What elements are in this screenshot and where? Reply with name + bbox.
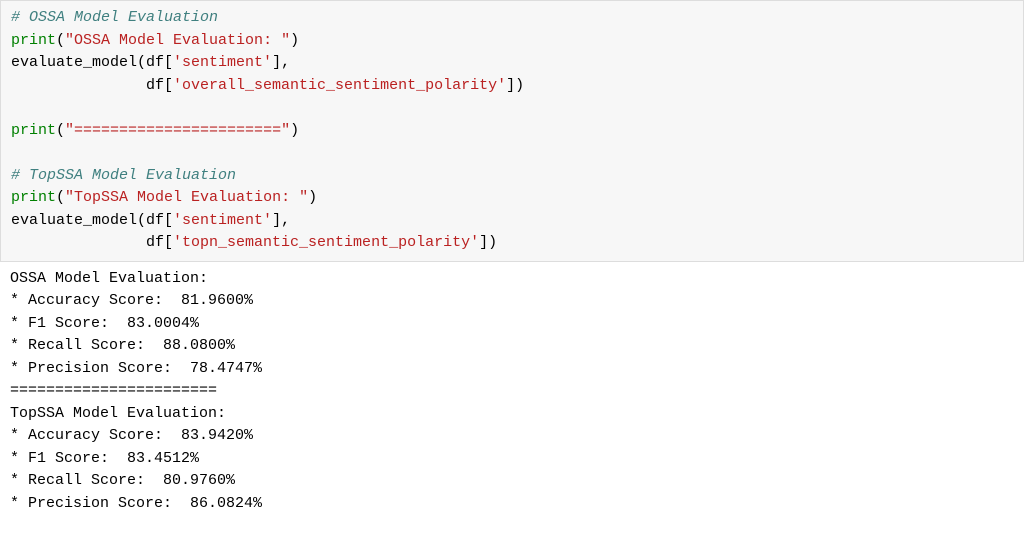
eval-fn: evaluate_model	[11, 54, 137, 71]
print-fn-3: print	[11, 189, 56, 206]
paren-close-3: )	[308, 189, 317, 206]
output-line: * Precision Score: 78.4747%	[10, 360, 262, 377]
indent-df: df[	[11, 77, 173, 94]
eval-fn-2: evaluate_model	[11, 212, 137, 229]
output-line: * Accuracy Score: 81.9600%	[10, 292, 253, 309]
output-line: * Accuracy Score: 83.9420%	[10, 427, 253, 444]
ossa-polarity-key: 'overall_semantic_sentiment_polarity'	[173, 77, 506, 94]
comment-topssa: # TopSSA Model Evaluation	[11, 167, 236, 184]
close-bracket-comma-2: ],	[272, 212, 290, 229]
string-separator: "======================="	[65, 122, 290, 139]
output-line: * F1 Score: 83.0004%	[10, 315, 199, 332]
notebook-container: # OSSA Model Evaluation print("OSSA Mode…	[0, 0, 1024, 521]
output-line: =======================	[10, 382, 217, 399]
paren-open-3: (	[56, 189, 65, 206]
close-bracket-comma: ],	[272, 54, 290, 71]
output-line: OSSA Model Evaluation:	[10, 270, 217, 287]
topssa-polarity-key: 'topn_semantic_sentiment_polarity'	[173, 234, 479, 251]
code-cell: # OSSA Model Evaluation print("OSSA Mode…	[0, 0, 1024, 262]
output-line: TopSSA Model Evaluation:	[10, 405, 235, 422]
close-bracket-paren: ])	[506, 77, 524, 94]
comment-ossa: # OSSA Model Evaluation	[11, 9, 218, 26]
string-topssa-title: "TopSSA Model Evaluation: "	[65, 189, 308, 206]
output-cell: OSSA Model Evaluation: * Accuracy Score:…	[0, 266, 1024, 522]
close-bracket-paren-2: ])	[479, 234, 497, 251]
paren-close: )	[290, 32, 299, 49]
string-ossa-title: "OSSA Model Evaluation: "	[65, 32, 290, 49]
print-fn: print	[11, 32, 56, 49]
output-line: * Precision Score: 86.0824%	[10, 495, 262, 512]
indent-df-2: df[	[11, 234, 173, 251]
output-line: * F1 Score: 83.4512%	[10, 450, 199, 467]
paren-open-2: (	[56, 122, 65, 139]
print-fn-2: print	[11, 122, 56, 139]
paren-open: (	[56, 32, 65, 49]
df-open: (df[	[137, 54, 173, 71]
sentiment-key: 'sentiment'	[173, 54, 272, 71]
output-line: * Recall Score: 80.9760%	[10, 472, 235, 489]
paren-close-2: )	[290, 122, 299, 139]
output-line: * Recall Score: 88.0800%	[10, 337, 235, 354]
sentiment-key-2: 'sentiment'	[173, 212, 272, 229]
df-open-2: (df[	[137, 212, 173, 229]
